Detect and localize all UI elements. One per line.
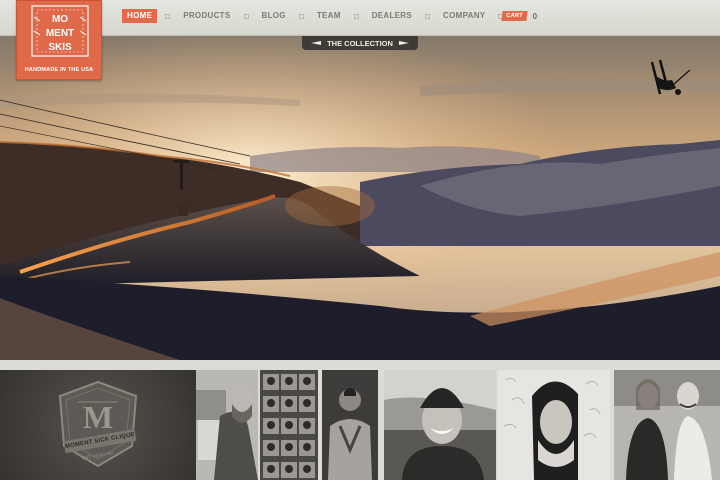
collection-label: THE COLLECTION bbox=[327, 38, 393, 48]
team-photo-3[interactable] bbox=[322, 370, 378, 480]
team-photo-4-image bbox=[384, 370, 496, 480]
team-strip: M MOMENT SICK CLIQUE EST. RENO NV bbox=[0, 370, 720, 480]
logo-tagline: HANDMADE IN THE USA bbox=[24, 67, 94, 73]
nav-blog[interactable]: BLOG bbox=[257, 9, 291, 23]
nav-separator bbox=[298, 13, 304, 19]
nav-products[interactable]: PRODUCTS bbox=[178, 9, 235, 23]
nav-separator bbox=[425, 13, 431, 19]
cart[interactable]: CART 0 bbox=[501, 11, 538, 21]
left-ornament-icon bbox=[311, 41, 322, 45]
contact-sheet-image bbox=[260, 370, 318, 480]
cart-button[interactable]: CART bbox=[501, 11, 528, 21]
hero-scene bbox=[0, 36, 720, 360]
team-photo-1[interactable] bbox=[196, 370, 258, 480]
logo-line-1: MO bbox=[52, 14, 68, 25]
team-photo-2[interactable] bbox=[260, 370, 318, 480]
nav-dealers[interactable]: DEALERS bbox=[367, 9, 417, 23]
nav-separator bbox=[165, 13, 171, 19]
top-nav-bar: HOME PRODUCTS BLOG TEAM DEALERS COMPANY … bbox=[0, 0, 720, 36]
nav-home[interactable]: HOME bbox=[122, 9, 158, 23]
team-photo-3-image bbox=[322, 370, 378, 480]
team-photo-6-image bbox=[614, 370, 720, 480]
hero-image[interactable] bbox=[0, 36, 720, 360]
team-photo-1-image bbox=[196, 370, 258, 480]
nav-team[interactable]: TEAM bbox=[312, 9, 346, 23]
team-photo-5[interactable] bbox=[498, 370, 610, 480]
team-photo-5-image bbox=[498, 370, 610, 480]
svg-text:M: M bbox=[83, 399, 113, 435]
cart-count: 0 bbox=[532, 11, 538, 21]
nav-company[interactable]: COMPANY bbox=[438, 9, 490, 23]
right-ornament-icon bbox=[398, 41, 409, 45]
team-photo-6[interactable] bbox=[614, 370, 720, 480]
main-nav: HOME PRODUCTS BLOG TEAM DEALERS COMPANY bbox=[122, 9, 511, 23]
logo-mark: MO MENT SKIS bbox=[31, 5, 89, 57]
team-photo-4[interactable] bbox=[384, 370, 496, 480]
logo-line-2: MENT bbox=[46, 28, 74, 39]
collection-tab[interactable]: THE COLLECTION bbox=[302, 36, 418, 50]
brand-logo[interactable]: MO MENT SKIS HANDMADE IN THE USA bbox=[16, 0, 102, 80]
logo-line-3: SKIS bbox=[48, 42, 72, 53]
nav-separator bbox=[353, 13, 359, 19]
clique-panel[interactable]: M MOMENT SICK CLIQUE EST. RENO NV bbox=[0, 370, 196, 480]
nav-separator bbox=[243, 13, 249, 19]
section-divider bbox=[0, 360, 720, 370]
